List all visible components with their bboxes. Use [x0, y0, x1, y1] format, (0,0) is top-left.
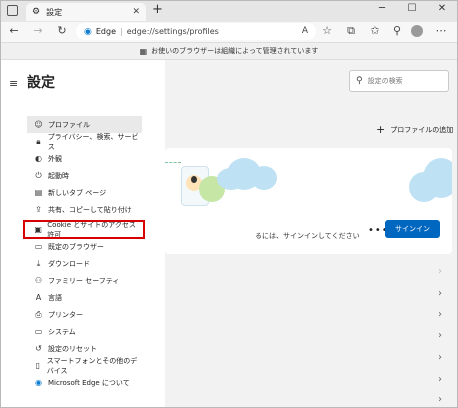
power-icon: ⏻ [35, 170, 42, 180]
browser-icon: ▭ [34, 242, 43, 251]
illustration [165, 148, 452, 208]
close-window-button[interactable]: ✕ [432, 3, 452, 14]
collections-icon[interactable]: ⧉ [344, 24, 358, 38]
chevron-right-icon[interactable]: › [438, 394, 442, 405]
chevron-right-icon[interactable]: › [438, 330, 442, 341]
sidebar-item-label: システム [48, 327, 76, 336]
new-tab-button[interactable]: + [152, 3, 163, 16]
sidebar-item-system[interactable]: ▭ システム [27, 323, 142, 340]
sidebar-item-printers[interactable]: ⎙ プリンター [27, 306, 142, 323]
signin-message: るには、サインインしてください [255, 232, 360, 240]
edge-icon: ◉ [35, 378, 42, 387]
read-aloud-icon[interactable]: A [298, 24, 312, 38]
sidebar-item-about[interactable]: ◉ Microsoft Edge について [27, 374, 142, 391]
cloud-illustration [423, 158, 452, 198]
chevron-right-icon[interactable]: › [438, 352, 442, 363]
avatar[interactable] [411, 25, 423, 37]
search-input[interactable]: ⚲ 設定の検索 [349, 70, 449, 92]
sidebar-item-label: ダウンロード [48, 259, 90, 268]
sidebar-item-label: ファミリー セーフティ [48, 276, 120, 285]
sidebar-item-phone[interactable]: ▯ スマートフォンとその他のデバイス [27, 356, 142, 375]
person-head-illustration [191, 176, 197, 183]
printer-icon: ⎙ [35, 309, 42, 319]
sidebar-item-startup[interactable]: ⏻ 起動時 [27, 167, 142, 184]
new-tab-icon: ▤ [34, 188, 43, 197]
download-icon: ⤓ [36, 258, 41, 268]
sidebar-item-label: 起動時 [48, 171, 69, 180]
sidebar-item-profiles[interactable]: ☺ プロファイル [27, 116, 142, 133]
sidebar-item-label: 外観 [48, 154, 62, 163]
system-icon: ▭ [34, 327, 43, 336]
favorites-icon[interactable]: ✩ [368, 24, 382, 38]
forward-icon[interactable]: → [31, 24, 45, 38]
phone-icon: ▯ [35, 361, 41, 370]
sidebar-item-downloads[interactable]: ⤓ ダウンロード [27, 255, 142, 272]
managed-info-bar: ▦ お使いのブラウザーは組織によって管理されています [1, 42, 457, 60]
chevron-right-icon[interactable]: › [438, 309, 442, 320]
page-title: 設定 [27, 75, 55, 91]
chevron-right-icon[interactable]: › [438, 288, 442, 299]
maximize-button[interactable]: ☐ [402, 3, 422, 14]
family-icon: ⚇ [34, 276, 43, 285]
sidebar-item-reset[interactable]: ↺ 設定のリセット [27, 340, 142, 357]
edge-icon: ◉ [84, 26, 92, 37]
refresh-icon[interactable]: ↻ [55, 24, 69, 38]
lock-icon: 🔒︎ [36, 136, 41, 146]
favorite-star-icon[interactable]: ☆ [320, 24, 334, 38]
highlight-box [23, 220, 145, 239]
back-icon[interactable]: ← [7, 24, 21, 38]
sidebar-item-share[interactable]: ⇪ 共有、コピーして貼り付け [27, 201, 142, 218]
sidebar-item-label: Microsoft Edge について [48, 378, 130, 387]
sidebar-item-default-browser[interactable]: ▭ 既定のブラウザー [27, 238, 142, 255]
tab-title: 設定 [46, 7, 63, 17]
reset-icon: ↺ [35, 344, 42, 353]
gear-icon: ⚙ [32, 7, 41, 17]
dashed-line [165, 162, 181, 163]
sidebar-item-label: プリンター [48, 310, 83, 319]
tab-actions-icon[interactable] [7, 5, 18, 16]
sidebar-item-label: 言語 [48, 293, 62, 302]
extensions-icon[interactable]: ⚲ [390, 24, 404, 38]
sidebar-item-privacy[interactable]: 🔒︎ プライバシー、検索、サービス [27, 132, 142, 151]
more-menu-icon[interactable]: ⋯ [434, 24, 448, 38]
sidebar-item-label: 新しいタブ ページ [48, 188, 107, 197]
sidebar-item-label: プライバシー、検索、サービス [47, 132, 139, 151]
building-icon: ▦ [139, 46, 148, 56]
sidebar-item-appearance[interactable]: ◐ 外観 [27, 150, 142, 167]
add-profile-label: プロファイルの追加 [390, 125, 454, 134]
address-app-name: Edge [95, 27, 116, 36]
cloud-illustration [251, 166, 277, 190]
signin-button[interactable]: サインイン [385, 220, 440, 238]
sidebar-item-languages[interactable]: A 言語 [27, 289, 142, 306]
profile-icon: ☺ [34, 120, 43, 129]
appearance-icon: ◐ [35, 154, 42, 163]
language-icon: A [35, 293, 42, 302]
share-icon: ⇪ [35, 205, 42, 214]
close-tab-icon[interactable]: ✕ [132, 7, 140, 17]
chevron-right-icon[interactable]: › [438, 374, 442, 385]
add-profile-button[interactable]: + プロファイルの追加 [376, 123, 453, 136]
sidebar-item-label: プロファイル [48, 120, 90, 129]
address-url: edge://settings/profiles [126, 27, 219, 36]
address-bar[interactable]: ◉ Edge | edge://settings/profiles [76, 23, 316, 40]
plus-icon: + [376, 123, 386, 136]
sidebar-item-label: 共有、コピーして貼り付け [48, 205, 132, 214]
minimize-button[interactable]: ─ [372, 3, 392, 14]
tab-settings[interactable]: ⚙ 設定 ✕ [26, 3, 146, 21]
sidebar-item-family[interactable]: ⚇ ファミリー セーフティ [27, 272, 142, 289]
managed-info-text: お使いのブラウザーは組織によって管理されています [151, 47, 319, 55]
chevron-right-icon[interactable]: › [438, 266, 442, 277]
search-placeholder: 設定の検索 [367, 77, 403, 85]
sidebar-item-label: 設定のリセット [48, 344, 97, 353]
search-icon: ⚲ [356, 76, 363, 86]
address-separator: | [120, 27, 123, 36]
sidebar-item-label: 既定のブラウザー [48, 242, 104, 251]
sidebar-item-label: スマートフォンとその他のデバイス [46, 356, 138, 375]
hamburger-menu-icon[interactable]: ≡ [9, 77, 18, 90]
sidebar-item-new-tab[interactable]: ▤ 新しいタブ ページ [27, 184, 142, 201]
